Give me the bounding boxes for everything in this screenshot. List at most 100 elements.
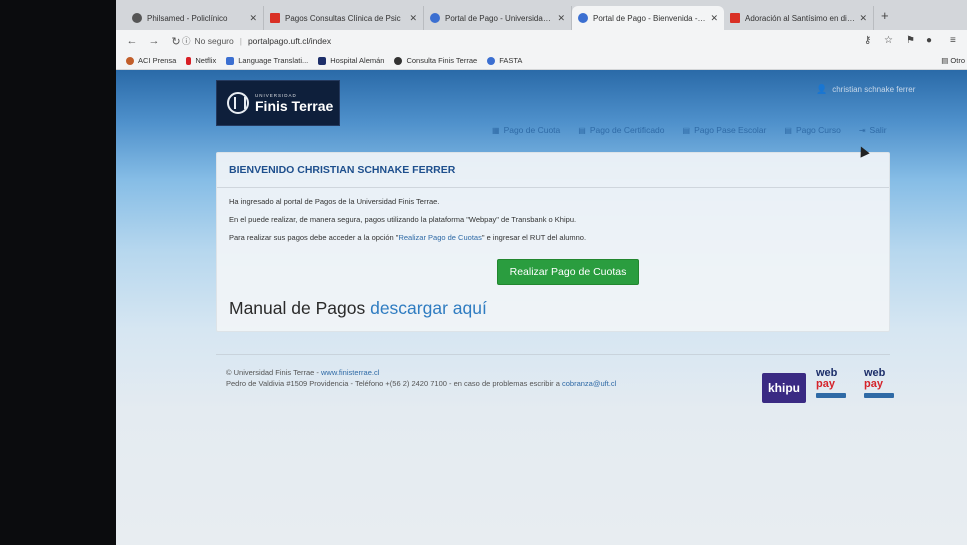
security-label: No seguro (194, 36, 234, 46)
back-icon[interactable]: ← (126, 35, 138, 47)
nav-pago-pase-escolar[interactable]: ▤ Pago Pase Escolar (683, 125, 767, 135)
user-icon: 👤 (816, 84, 828, 94)
webpay-logo: web pay (816, 368, 858, 406)
khipu-logo: khipu (762, 373, 806, 403)
close-icon[interactable]: ✕ (710, 13, 718, 24)
nav-label: Pago de Certificado (589, 125, 665, 135)
book-icon: ▤ (784, 125, 792, 135)
intro-text-2: En el puede realizar, de manera segura, … (229, 215, 577, 224)
netflix-icon (186, 56, 192, 65)
tab-portal-universidad[interactable]: Portal de Pago - Universidad Fini ✕ (424, 6, 572, 30)
book-icon: ▤ (578, 125, 586, 135)
tab-philsamed[interactable]: Philsamed - Policlínico ✕ (126, 6, 264, 30)
page-viewport: UNIVERSIDAD Finis Terrae 👤 christian sch… (116, 70, 967, 545)
webpay-cards (816, 393, 846, 398)
webpay-bottom: pay (864, 378, 883, 390)
welcome-panel: BIENVENIDO CHRISTIAN SCHNAKE FERRER Ha i… (216, 152, 890, 332)
main-nav: ▦ Pago de Cuota ▤ Pago de Certificado ▤ … (492, 125, 905, 135)
forward-icon[interactable]: → (148, 35, 160, 47)
url-text: portalpago.uft.cl/index (247, 36, 332, 46)
bookmark-netflix[interactable]: Netflix (186, 56, 216, 65)
email-link[interactable]: cobranza@uft.cl (562, 379, 616, 388)
youtube-icon (730, 13, 740, 23)
nav-pago-curso[interactable]: ▤ Pago Curso (784, 125, 840, 135)
nav-label: Salir (869, 125, 887, 135)
tab-favicon-icon (132, 13, 142, 23)
realizar-pago-button[interactable]: Realizar Pago de Cuotas (497, 259, 639, 285)
manual-download-link[interactable]: descargar aquí (370, 298, 487, 318)
realizar-pago-link[interactable]: Realizar Pago de Cuotas (398, 233, 481, 242)
panel-body: Ha ingresado al portal de Pagos de la Un… (217, 188, 889, 242)
bookmark-label: FASTA (499, 56, 523, 65)
tab-pagos-consultas[interactable]: Pagos Consultas Clínica de Psic ✕ (264, 6, 424, 30)
tab-title: Portal de Pago - Universidad Fini (445, 13, 554, 23)
other-bookmarks-label: Otro (950, 56, 965, 65)
bookmark-label: Consulta Finis Terrae (406, 56, 478, 65)
extension-icon[interactable]: ● (926, 35, 932, 46)
webpay-bottom: pay (816, 378, 835, 390)
welcome-heading: BIENVENIDO CHRISTIAN SCHNAKE FERRER (229, 164, 456, 176)
nav-label: Pago Pase Escolar (694, 125, 767, 135)
menu-icon[interactable]: ≡ (950, 35, 956, 46)
browser-window: Philsamed - Policlínico ✕ Pagos Consulta… (116, 0, 967, 545)
intro-text-1: Ha ingresado al portal de Pagos de la Un… (229, 197, 440, 206)
tab-favicon-icon (578, 13, 588, 23)
tab-strip: Philsamed - Policlínico ✕ Pagos Consulta… (116, 0, 967, 30)
book-icon: ▤ (682, 125, 691, 135)
logo-name: Finis Terrae (255, 97, 334, 114)
bookmark-icon (487, 56, 496, 65)
table-icon: ▦ (492, 125, 500, 135)
address-bar[interactable]: ⓘ No seguro | portalpago.uft.cl/index (182, 32, 852, 50)
close-icon[interactable]: ✕ (409, 13, 417, 24)
site-link[interactable]: www.finisterrae.cl (321, 368, 379, 377)
tab-title: Philsamed - Policlínico (147, 13, 228, 23)
webpay-cards (864, 393, 894, 398)
bookmark-fasta[interactable]: FASTA (487, 56, 522, 65)
tab-title: Adoración al Santísimo en direct (745, 13, 856, 23)
bookmark-label: Hospital Alemán (330, 56, 385, 65)
star-icon[interactable]: ☆ (884, 35, 893, 46)
tab-adoracion[interactable]: Adoración al Santísimo en direct ✕ (724, 6, 874, 30)
footer: © Universidad Finis Terrae - www.finiste… (226, 367, 616, 389)
nav-pago-de-certificado[interactable]: ▤ Pago de Certificado (578, 125, 664, 135)
bookmark-language-translation[interactable]: Language Translati... (226, 56, 308, 65)
tab-favicon-icon (430, 13, 440, 23)
copyright-text: © Universidad Finis Terrae - (226, 368, 322, 377)
bookmark-icon (318, 56, 327, 65)
address-text: Pedro de Valdivia #1509 Providencia - Te… (226, 379, 562, 388)
university-logo[interactable]: UNIVERSIDAD Finis Terrae (216, 80, 340, 126)
close-icon[interactable]: ✕ (249, 13, 257, 24)
extension-icon[interactable]: ⚑ (906, 35, 915, 46)
new-tab-button[interactable]: + (881, 8, 889, 23)
bookmark-aci-prensa[interactable]: ACI Prensa (126, 56, 176, 65)
close-icon[interactable]: ✕ (557, 13, 565, 24)
logout-icon: ⇥ (858, 125, 866, 135)
tab-portal-bienvenida[interactable]: Portal de Pago - Bienvenida - Un ✕ (572, 6, 724, 30)
panel-header: BIENVENIDO CHRISTIAN SCHNAKE FERRER (217, 153, 889, 188)
key-icon[interactable]: ⚷ (864, 35, 871, 46)
bookmark-label: ACI Prensa (138, 56, 177, 65)
bookmark-icon (226, 56, 235, 65)
info-icon[interactable]: ⓘ (182, 35, 191, 47)
bookmark-hospital-aleman[interactable]: Hospital Alemán (318, 56, 384, 65)
browser-toolbar: ← → ↻ ⓘ No seguro | portalpago.uft.cl/in… (116, 30, 967, 52)
logo-small-text: UNIVERSIDAD (255, 92, 297, 98)
user-menu[interactable]: 👤 christian schnake ferrer (816, 84, 915, 95)
nav-label: Pago de Cuota (503, 125, 561, 135)
manual-label: Manual de Pagos (229, 298, 366, 318)
other-bookmarks[interactable]: ▤ Otro (941, 56, 965, 65)
crest-icon (227, 92, 249, 114)
reload-icon[interactable]: ↻ (170, 35, 182, 48)
nav-label: Pago Curso (795, 125, 841, 135)
bookmark-consulta-finis-terrae[interactable]: Consulta Finis Terrae (394, 56, 477, 65)
globe-icon (394, 56, 403, 65)
close-icon[interactable]: ✕ (859, 13, 867, 24)
user-name: christian schnake ferrer (832, 85, 916, 94)
bookmark-label: Language Translati... (238, 56, 309, 65)
intro-text-3: Para realizar sus pagos debe acceder a l… (229, 233, 877, 242)
footer-divider (216, 354, 890, 355)
intro-text-3-end: " e ingresar el RUT del alumno. (481, 233, 587, 242)
nav-salir[interactable]: ⇥ Salir (859, 125, 887, 135)
tab-title: Pagos Consultas Clínica de Psic (285, 13, 401, 23)
nav-pago-de-cuota[interactable]: ▦ Pago de Cuota (492, 125, 560, 135)
